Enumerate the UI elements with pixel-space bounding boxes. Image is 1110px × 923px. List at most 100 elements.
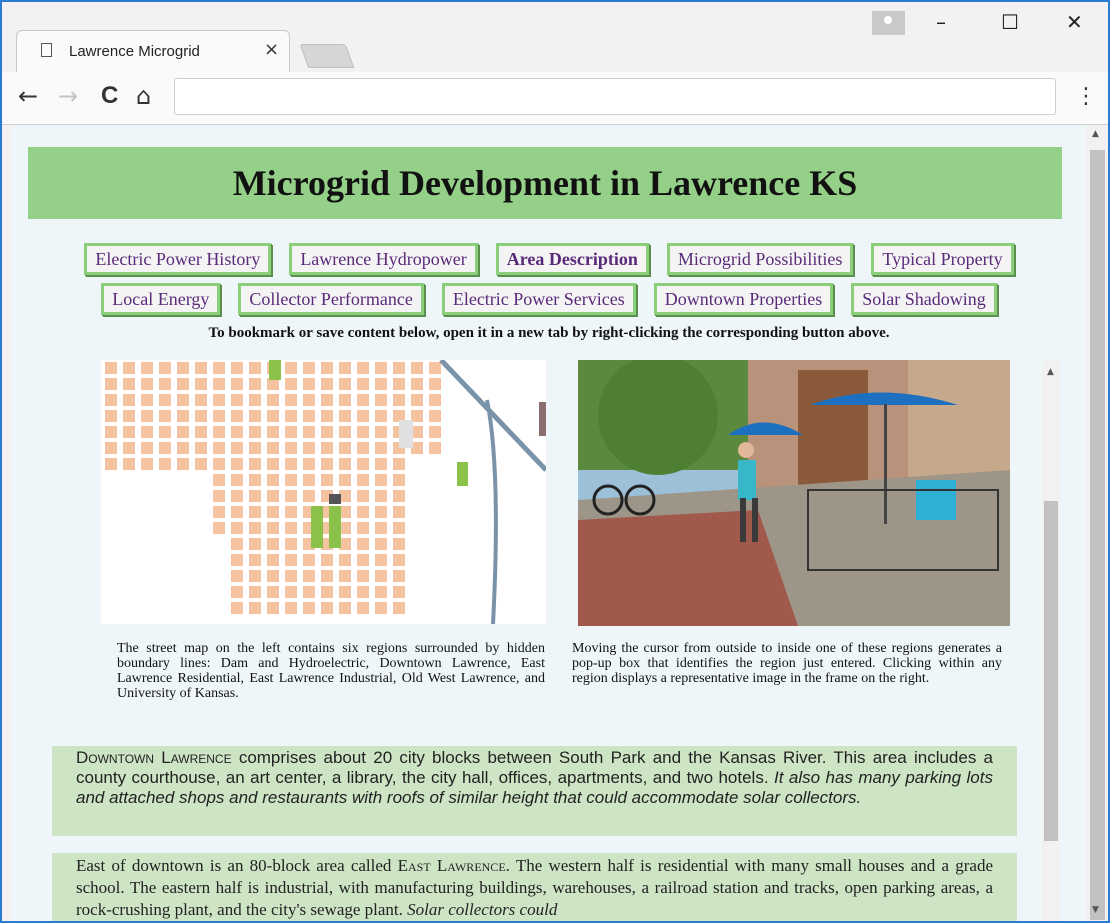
map-city-block (339, 554, 351, 566)
map-city-block (231, 442, 243, 454)
map-city-block (267, 394, 279, 406)
map-city-block (393, 394, 405, 406)
nav-row-1: Electric Power History Lawrence Hydropow… (12, 243, 1086, 275)
home-icon[interactable]: ⌂ (136, 82, 151, 110)
map-city-block (393, 570, 405, 582)
map-city-block (195, 378, 207, 390)
map-city-block (357, 474, 369, 486)
map-city-block (357, 522, 369, 534)
map-city-block (213, 506, 225, 518)
nav-typical-property[interactable]: Typical Property (871, 243, 1014, 275)
close-window-button[interactable]: ✕ (1066, 10, 1083, 34)
map-city-block (357, 426, 369, 438)
map-city-block (357, 378, 369, 390)
inner-scroll-thumb[interactable] (1044, 501, 1058, 841)
map-city-block (357, 362, 369, 374)
minimize-button[interactable]: – (936, 10, 946, 34)
map-city-block (249, 490, 261, 502)
page-scroll-thumb[interactable] (1090, 150, 1105, 920)
gray-block (399, 420, 413, 448)
nav-collector-performance[interactable]: Collector Performance (238, 283, 424, 315)
street-map-graphic (105, 358, 548, 625)
map-city-block (321, 570, 333, 582)
forward-arrow-icon[interactable]: → (58, 82, 78, 110)
map-city-block (285, 474, 297, 486)
reload-icon[interactable]: C (101, 82, 118, 110)
map-city-block (177, 458, 189, 470)
map-city-block (249, 458, 261, 470)
page-scroll-up-icon[interactable]: ▲ (1092, 129, 1099, 139)
street-map[interactable] (101, 358, 548, 625)
map-city-block (249, 410, 261, 422)
map-city-block (357, 602, 369, 614)
map-city-block (105, 458, 117, 470)
map-city-block (123, 394, 135, 406)
map-city-block (231, 586, 243, 598)
map-city-block (393, 538, 405, 550)
map-city-block (213, 522, 225, 534)
back-arrow-icon[interactable]: ← (18, 82, 38, 110)
map-city-block (321, 458, 333, 470)
map-city-block (285, 442, 297, 454)
map-city-block (105, 394, 117, 406)
map-city-block (375, 522, 387, 534)
browser-menu-icon[interactable]: ⋮ (1075, 84, 1097, 109)
map-city-block (249, 426, 261, 438)
map-city-block (303, 426, 315, 438)
maximize-button[interactable]: ☐ (1001, 10, 1019, 34)
map-city-block (231, 538, 243, 550)
map-city-block (375, 442, 387, 454)
map-city-block (249, 378, 261, 390)
map-city-block (195, 362, 207, 374)
map-city-block (177, 410, 189, 422)
nav-electric-power-services[interactable]: Electric Power Services (441, 283, 636, 315)
nav-electric-power-history[interactable]: Electric Power History (84, 243, 272, 275)
map-city-block (123, 458, 135, 470)
nav-microgrid-possibilities[interactable]: Microgrid Possibilities (666, 243, 854, 275)
tab-close-icon[interactable]: × (264, 39, 279, 60)
nav-area-description[interactable]: Area Description (495, 243, 649, 275)
scroll-up-icon[interactable]: ▲ (1047, 367, 1054, 377)
browser-window: Lawrence Microgrid × – ☐ ✕ ← → C ⌂ ⋮ Mic… (2, 2, 1108, 921)
nav-lawrence-hydropower[interactable]: Lawrence Hydropower (289, 243, 478, 275)
map-city-block (249, 362, 261, 374)
nav-local-energy[interactable]: Local Energy (101, 283, 221, 315)
map-city-block (375, 410, 387, 422)
map-city-block (357, 394, 369, 406)
map-city-block (303, 362, 315, 374)
map-city-block (105, 378, 117, 390)
nav-solar-shadowing[interactable]: Solar Shadowing (851, 283, 997, 315)
map-city-block (267, 458, 279, 470)
address-bar[interactable] (174, 78, 1056, 115)
map-city-block (429, 394, 441, 406)
map-city-block (249, 602, 261, 614)
page-scrollbar[interactable]: ▲ ▼ (1086, 125, 1108, 921)
map-city-block (375, 458, 387, 470)
map-city-block (393, 522, 405, 534)
new-tab-button[interactable] (299, 44, 355, 68)
browser-tab[interactable]: Lawrence Microgrid × (16, 30, 290, 72)
user-profile-icon[interactable] (872, 11, 905, 35)
nav-downtown-properties[interactable]: Downtown Properties (653, 283, 834, 315)
map-city-block (285, 522, 297, 534)
building-marker (329, 494, 341, 504)
map-city-block (249, 442, 261, 454)
map-city-block (339, 458, 351, 470)
map-city-block (141, 410, 153, 422)
document-icon (41, 43, 52, 57)
map-city-block (105, 442, 117, 454)
map-city-block (285, 362, 297, 374)
map-city-block (213, 458, 225, 470)
map-city-block (321, 426, 333, 438)
map-city-block (177, 378, 189, 390)
page-scroll-down-icon[interactable]: ▼ (1092, 905, 1099, 915)
park-south-park (311, 506, 323, 548)
map-caption: The street map on the left contains six … (117, 641, 545, 701)
map-city-block (249, 474, 261, 486)
park-courthouse (329, 506, 341, 548)
map-city-block (303, 570, 315, 582)
map-city-block (375, 474, 387, 486)
inner-scrollbar[interactable]: ▲ (1042, 361, 1060, 921)
map-city-block (231, 522, 243, 534)
map-city-block (159, 426, 171, 438)
